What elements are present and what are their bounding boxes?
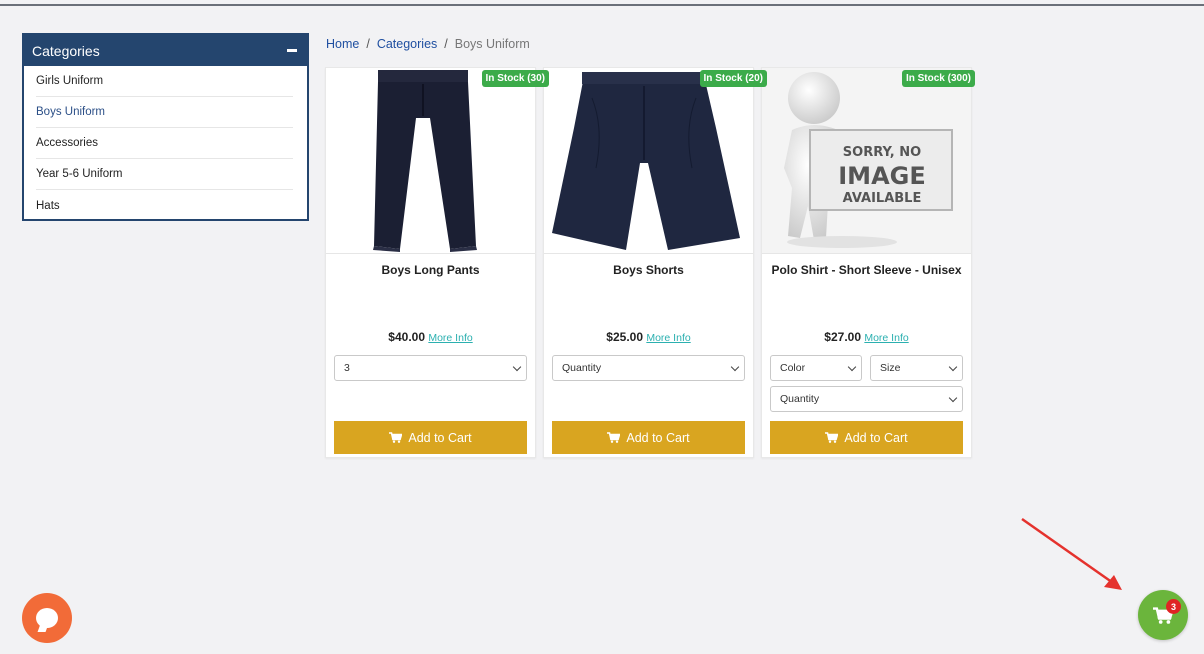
product-price-row: $27.00 More Info xyxy=(762,330,971,344)
placeholder-text-line3: AVAILABLE xyxy=(843,191,922,206)
annotation-arrow-icon xyxy=(1021,517,1122,590)
quantity-select[interactable]: 3 xyxy=(334,355,527,381)
product-card-boys-shorts: In Stock (20) Boys Shorts $25.00 More In… xyxy=(543,67,767,458)
add-to-cart-label: Add to Cart xyxy=(408,430,472,445)
quantity-select-value: Quantity xyxy=(780,393,820,405)
product-card-boys-long-pants: In Stock (30) Boys Long Pants $40.00 Mor… xyxy=(325,67,549,458)
categories-list: Girls Uniform Boys Uniform Accessories Y… xyxy=(24,66,307,221)
cart-count-badge: 3 xyxy=(1166,599,1181,614)
placeholder-text-line2: IMAGE xyxy=(838,162,925,190)
color-select-value: Color xyxy=(780,362,806,374)
product-price: $40.00 xyxy=(388,330,425,344)
add-to-cart-button[interactable]: Add to Cart xyxy=(770,421,963,454)
quantity-select-value: 3 xyxy=(344,362,350,374)
quantity-select[interactable]: Quantity xyxy=(552,355,745,381)
product-image[interactable] xyxy=(326,68,535,254)
stock-badge: In Stock (300) xyxy=(901,70,975,87)
chevron-down-icon xyxy=(730,362,740,371)
more-info-link[interactable]: More Info xyxy=(646,332,690,344)
sidebar-item-girls-uniform[interactable]: Girls Uniform xyxy=(36,66,293,97)
cart-icon xyxy=(389,432,403,443)
categories-title: Categories xyxy=(32,42,100,59)
add-to-cart-button[interactable]: Add to Cart xyxy=(334,421,527,454)
sidebar-item-boys-uniform[interactable]: Boys Uniform xyxy=(36,97,293,128)
quantity-select-value: Quantity xyxy=(562,362,602,374)
chevron-down-icon xyxy=(948,393,958,402)
collapse-minus-icon[interactable] xyxy=(287,49,297,52)
size-select-value: Size xyxy=(880,362,901,374)
chevron-down-icon xyxy=(512,362,522,371)
product-title[interactable]: Boys Shorts xyxy=(544,263,753,277)
more-info-link[interactable]: More Info xyxy=(864,332,908,344)
sidebar-item-accessories[interactable]: Accessories xyxy=(36,128,293,159)
add-to-cart-button[interactable]: Add to Cart xyxy=(552,421,745,454)
product-price-row: $40.00 More Info xyxy=(326,330,535,344)
breadcrumb-current: Boys Uniform xyxy=(454,37,530,51)
floating-cart-button[interactable]: 3 xyxy=(1138,590,1188,640)
product-price: $25.00 xyxy=(606,330,643,344)
cart-icon xyxy=(825,432,839,443)
chevron-down-icon xyxy=(847,362,857,371)
add-to-cart-label: Add to Cart xyxy=(844,430,908,445)
top-border xyxy=(0,0,1204,6)
product-price: $27.00 xyxy=(824,330,861,344)
stock-badge: In Stock (20) xyxy=(699,70,767,87)
product-price-row: $25.00 More Info xyxy=(544,330,753,344)
product-card-polo-shirt: SORRY, NO IMAGE AVAILABLE In Stock (300)… xyxy=(761,67,975,458)
product-title[interactable]: Polo Shirt - Short Sleeve - Unisex xyxy=(762,263,971,277)
categories-sidebar: Categories Girls Uniform Boys Uniform Ac… xyxy=(22,33,309,221)
more-info-link[interactable]: More Info xyxy=(428,332,472,344)
cart-icon xyxy=(607,432,621,443)
stock-badge: In Stock (30) xyxy=(481,70,549,87)
size-select[interactable]: Size xyxy=(870,355,963,381)
sidebar-item-hats[interactable]: Hats xyxy=(36,190,293,221)
breadcrumb-categories[interactable]: Categories xyxy=(377,37,437,51)
long-pants-image xyxy=(373,70,477,252)
breadcrumb-home[interactable]: Home xyxy=(326,37,359,51)
chat-widget-button[interactable] xyxy=(22,593,72,643)
chat-bubble-icon xyxy=(36,608,58,628)
no-image-placeholder: SORRY, NO IMAGE AVAILABLE xyxy=(784,72,953,248)
shorts-image xyxy=(552,72,740,250)
color-select[interactable]: Color xyxy=(770,355,862,381)
sidebar-item-year-5-6-uniform[interactable]: Year 5-6 Uniform xyxy=(36,159,293,190)
categories-header[interactable]: Categories xyxy=(24,35,307,66)
product-title[interactable]: Boys Long Pants xyxy=(326,263,535,277)
breadcrumb: Home / Categories / Boys Uniform xyxy=(326,37,530,51)
breadcrumb-separator: / xyxy=(366,37,370,51)
add-to-cart-label: Add to Cart xyxy=(626,430,690,445)
chevron-down-icon xyxy=(948,362,958,371)
quantity-select[interactable]: Quantity xyxy=(770,386,963,412)
product-image[interactable]: SORRY, NO IMAGE AVAILABLE xyxy=(762,68,971,254)
breadcrumb-separator: / xyxy=(444,37,448,51)
placeholder-text-line1: SORRY, NO xyxy=(843,145,921,160)
product-image[interactable] xyxy=(544,68,753,254)
